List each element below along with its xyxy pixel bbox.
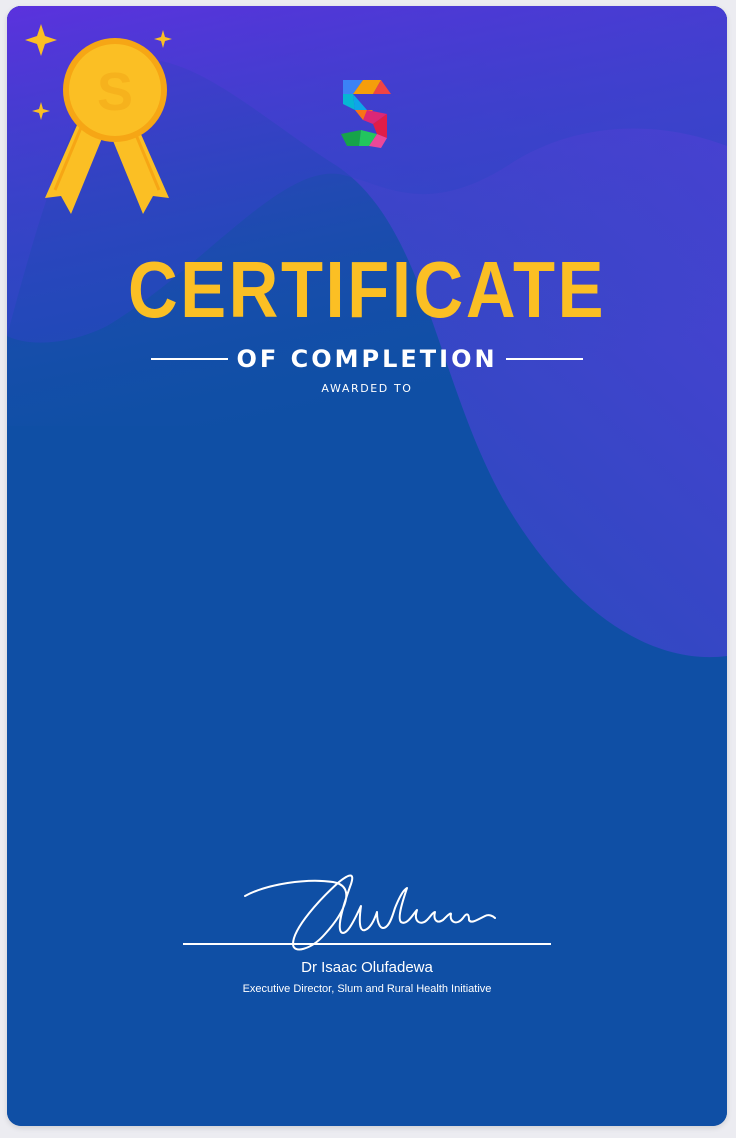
signer-name: Dr Isaac Olufadewa: [301, 959, 433, 976]
sparkle-icon: [154, 30, 172, 48]
certificate-title: CERTIFICATE: [127, 245, 607, 334]
sparkle-icon: [32, 102, 50, 120]
subtitle-row: OF COMPLETION: [151, 343, 583, 375]
certificate-card: S CERTIFICATE OF COMPLETION AWARDED TO D…: [7, 6, 727, 1126]
signature-line: [183, 943, 551, 945]
sparkle-icon: [25, 24, 57, 56]
subtitle-rule-left: [151, 358, 229, 360]
page: S CERTIFICATE OF COMPLETION AWARDED TO D…: [0, 0, 736, 1138]
logo-icon: [341, 80, 391, 148]
svg-text:S: S: [97, 62, 133, 122]
subtitle-rule-right: [505, 358, 583, 360]
signer-title: Executive Director, Slum and Rural Healt…: [242, 983, 492, 995]
medal-icon: S: [25, 24, 172, 214]
certificate-subtitle: OF COMPLETION: [236, 345, 498, 373]
awarded-to-label: AWARDED TO: [321, 382, 413, 395]
